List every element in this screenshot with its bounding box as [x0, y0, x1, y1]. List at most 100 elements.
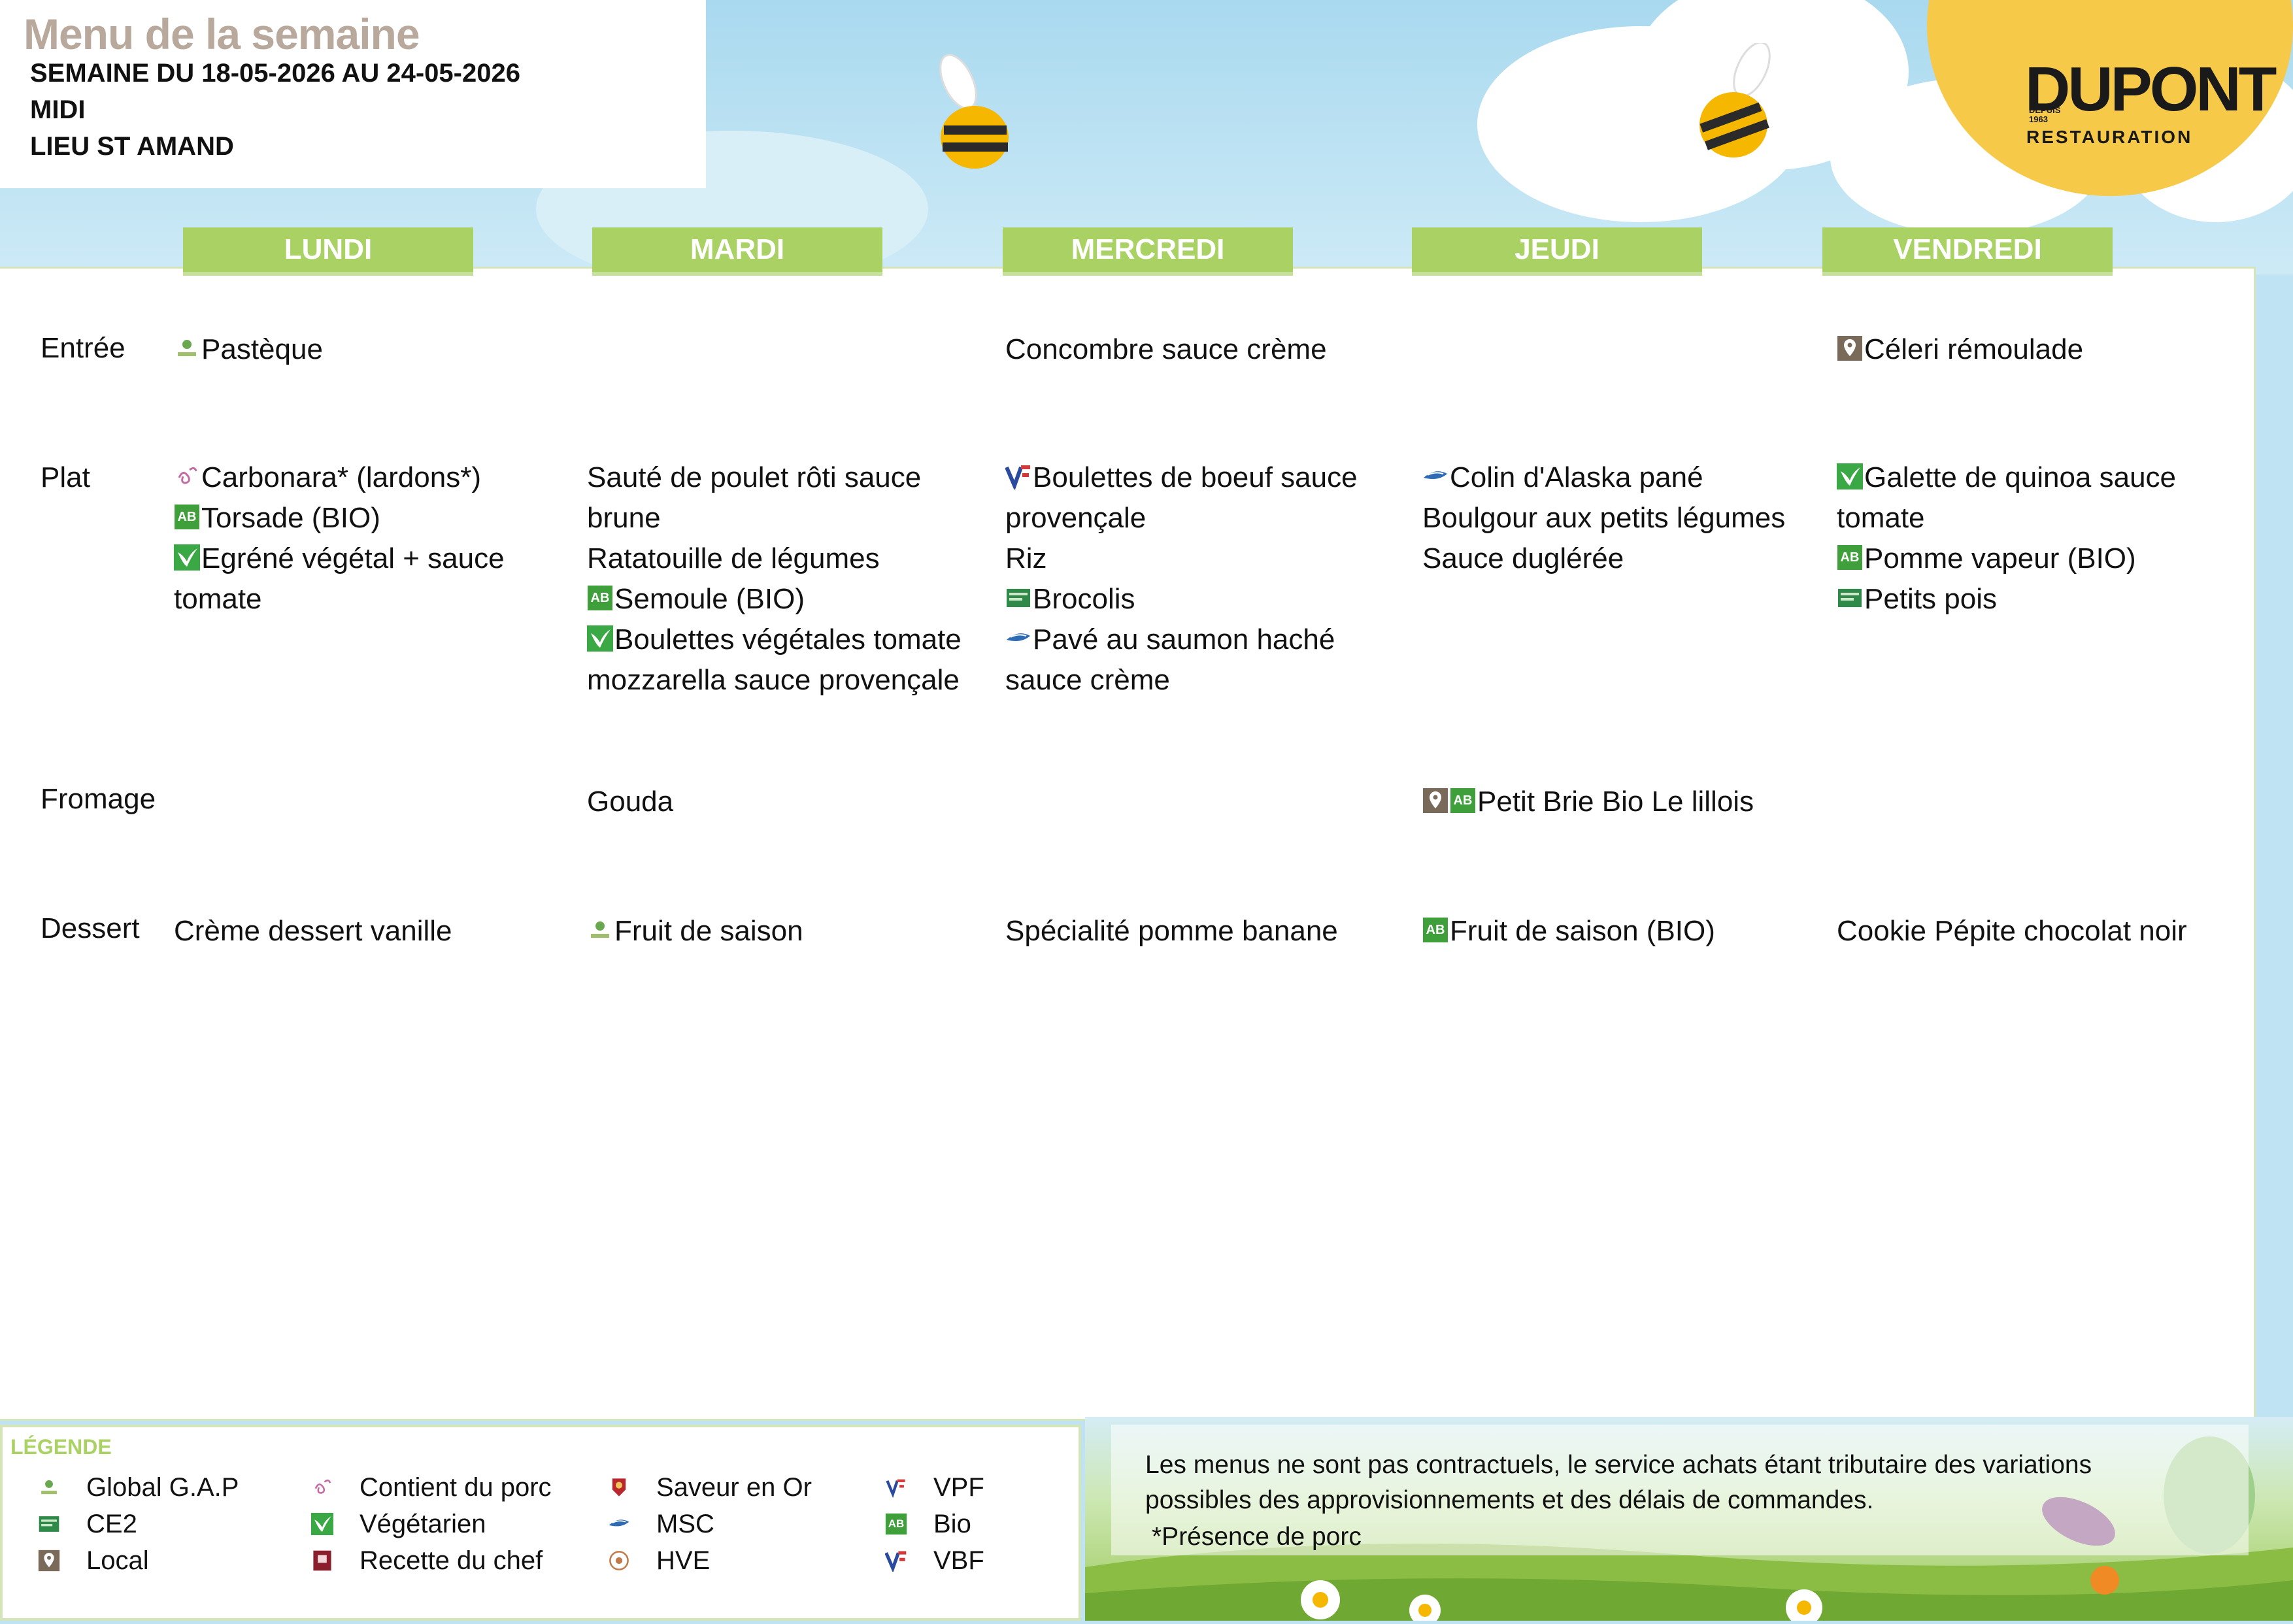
dish-item: Crème dessert vanille: [174, 911, 560, 952]
bee-icon: [939, 54, 1009, 169]
legend-item-vege: Végétarien: [311, 1510, 486, 1539]
vpf-icon: [885, 1476, 907, 1499]
dish-item: AB Fruit de saison (BIO): [1422, 911, 1815, 952]
legend-item-msc: MSC: [608, 1510, 714, 1539]
dish-item: Fruit de saison: [587, 911, 992, 952]
dish-item: AB Pomme vapeur (BIO): [1837, 539, 2242, 579]
dish-item: Carbonara* (lardons*): [174, 457, 560, 498]
header-panel: Menu de la semaine SEMAINE DU 18-05-2026…: [0, 0, 706, 188]
dish-label: Brocolis: [1033, 583, 1135, 615]
logo-subtitle: RESTAURATION: [2026, 127, 2193, 147]
bio-icon: AB: [587, 582, 613, 610]
legend-label: CE2: [86, 1510, 137, 1538]
menu-cell-dessert-lundi: Crème dessert vanille: [174, 911, 560, 952]
dish-label: Petits pois: [1864, 583, 1997, 615]
hve-icon: [608, 1549, 630, 1571]
dish-item: Sauce duglérée: [1422, 539, 1815, 579]
msc-icon: [1005, 622, 1031, 648]
menu-table-panel: [0, 267, 2256, 1421]
menu-cell-fromage-mardi: Gouda: [587, 782, 992, 822]
bio-icon: AB: [1450, 784, 1476, 813]
dish-label: Pavé au saumon haché sauce crème: [1005, 623, 1335, 696]
dish-label: Pomme vapeur (BIO): [1864, 542, 2136, 574]
globalgap-icon: [38, 1476, 60, 1498]
legend-label: Global G.A.P: [86, 1473, 239, 1502]
legend-item-local: Local: [38, 1546, 149, 1576]
dish-item: Petits pois: [1837, 579, 2242, 620]
dish-item: AB Torsade (BIO): [174, 498, 560, 539]
legend-label: VBF: [933, 1546, 984, 1575]
dish-label: Ratatouille de légumes: [587, 542, 880, 574]
dish-label: Sauté de poulet rôti sauce brune: [587, 461, 922, 534]
vege-icon: [587, 622, 613, 652]
tab-vendredi: VENDREDI: [1822, 227, 2113, 272]
tab-mardi: MARDI: [592, 227, 882, 272]
course-label-entree: Entrée: [41, 332, 126, 364]
dish-item: Spécialité pomme banane: [1005, 911, 1398, 952]
globalgap-icon: [587, 914, 613, 940]
dish-label: Boulettes végétales tomate mozzarella sa…: [587, 623, 962, 696]
svg-text:AB: AB: [1841, 550, 1860, 565]
ce2-icon: [38, 1512, 60, 1534]
course-label-plat: Plat: [41, 461, 90, 493]
legend-label: Saveur en Or: [656, 1473, 812, 1502]
dish-label: Boulettes de boeuf sauce provençale: [1005, 461, 1358, 534]
ce2-icon: [1837, 582, 1863, 608]
dish-label: Boulgour aux petits légumes: [1422, 502, 1786, 534]
msc-icon: [608, 1512, 630, 1534]
week-range: SEMAINE DU 18-05-2026 AU 24-05-2026: [30, 59, 520, 88]
page-title: Menu de la semaine: [24, 10, 420, 58]
dish-label: Petit Brie Bio Le lillois: [1477, 786, 1754, 818]
legend-item-ce2: CE2: [38, 1510, 137, 1539]
menu-cell-dessert-vendredi: Cookie Pépite chocolat noir: [1837, 911, 2242, 952]
menu-cell-plat-mercredi: Boulettes de boeuf sauce provençale Riz Br…: [1005, 457, 1398, 701]
menu-cell-plat-lundi: Carbonara* (lardons*) AB Torsade (BIO) Egré…: [174, 457, 560, 620]
vege-icon: [1837, 460, 1863, 489]
bio-icon: AB: [885, 1512, 907, 1535]
dish-item: Cookie Pépite chocolat noir: [1837, 911, 2242, 952]
dish-item: Céleri rémoulade: [1837, 329, 2242, 370]
dish-label: Crème dessert vanille: [174, 915, 452, 947]
course-label-dessert: Dessert: [41, 912, 140, 944]
legend-item-saveur: Saveur en Or: [608, 1473, 812, 1502]
menu-cell-plat-jeudi: Colin d'Alaska pané Boulgour aux petits l…: [1422, 457, 1815, 579]
legend-label: Bio: [933, 1510, 971, 1538]
menu-cell-entree-vendredi: Céleri rémoulade: [1837, 329, 2242, 370]
dish-item: Galette de quinoa sauce tomate: [1837, 457, 2242, 539]
menu-cell-dessert-mercredi: Spécialité pomme banane: [1005, 911, 1398, 952]
svg-text:AB: AB: [1426, 923, 1445, 937]
dish-label: Fruit de saison (BIO): [1450, 915, 1715, 947]
legend-item-globalgap: Global G.A.P: [38, 1473, 239, 1502]
dish-label: Galette de quinoa sauce tomate: [1837, 461, 2177, 534]
disclaimer-line1: Les menus ne sont pas contractuels, le s…: [1145, 1451, 2092, 1479]
legend-label: HVE: [656, 1546, 711, 1575]
legend-title: LÉGENDE: [10, 1435, 112, 1459]
dish-item: Boulettes végétales tomate mozzarella sa…: [587, 620, 992, 701]
legend-label: MSC: [656, 1510, 714, 1538]
legend-label: VPF: [933, 1473, 984, 1502]
dish-label: Spécialité pomme banane: [1005, 915, 1338, 947]
menu-cell-plat-mardi: Sauté de poulet rôti sauce brune Ratatoui…: [587, 457, 992, 701]
chef-icon: [311, 1549, 333, 1571]
menu-cell-dessert-mardi: Fruit de saison: [587, 911, 992, 952]
dish-label: Céleri rémoulade: [1864, 333, 2084, 365]
legend-label: Végétarien: [360, 1510, 486, 1538]
bio-icon: AB: [1422, 914, 1448, 942]
svg-text:AB: AB: [888, 1517, 905, 1530]
local-icon: [1422, 784, 1448, 813]
bee-icon: [1699, 43, 1771, 157]
dish-item: Sauté de poulet rôti sauce brune: [587, 457, 992, 539]
dish-item: Boulettes de boeuf sauce provençale: [1005, 457, 1398, 539]
service-label: MIDI: [30, 95, 86, 124]
legend-label: Recette du chef: [360, 1546, 543, 1575]
menu-cell-entree-lundi: Pastèque: [174, 329, 560, 370]
dish-label: Fruit de saison: [614, 915, 803, 947]
vege-icon: [311, 1512, 333, 1535]
msc-icon: [1422, 460, 1448, 486]
dish-item: AB Petit Brie Bio Le lillois: [1422, 782, 1815, 822]
saveur-icon: [608, 1476, 630, 1498]
dish-label: Egréné végétal + sauce tomate: [174, 542, 505, 615]
tab-mercredi: MERCREDI: [1003, 227, 1293, 272]
disclaimer-line2: possibles des approvisionnements et des …: [1145, 1486, 1874, 1514]
globalgap-icon: [174, 332, 200, 358]
